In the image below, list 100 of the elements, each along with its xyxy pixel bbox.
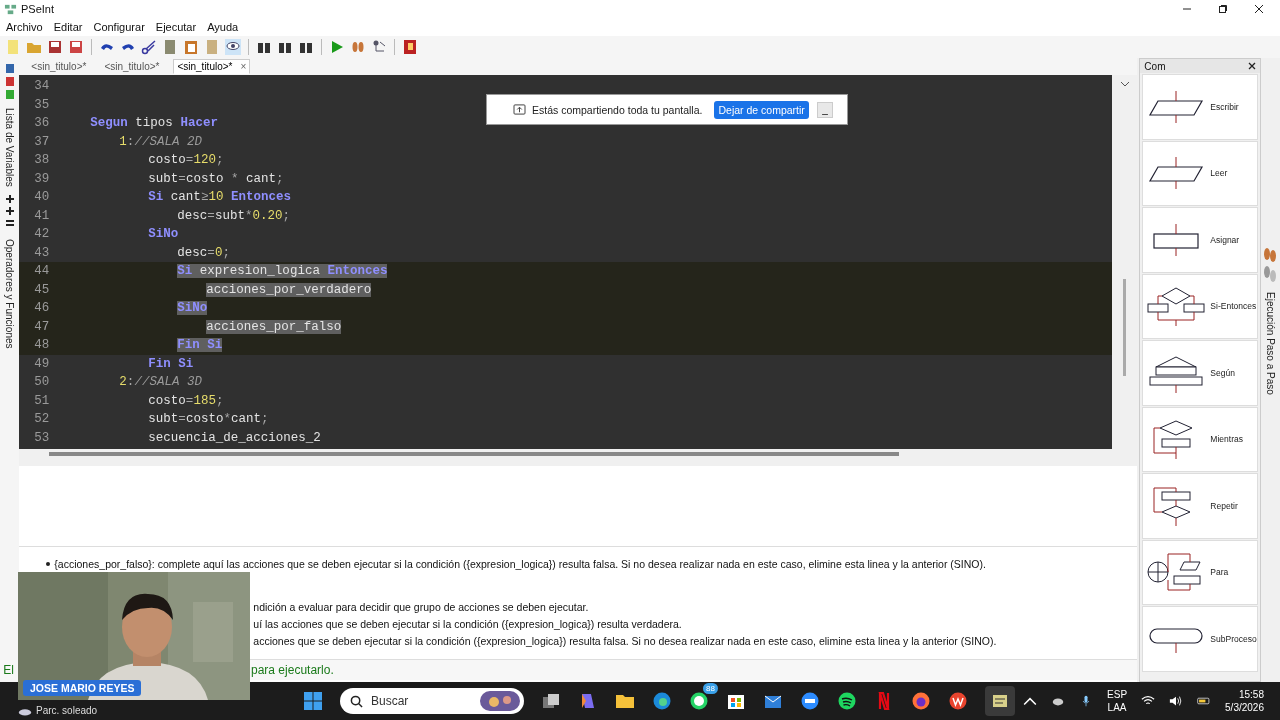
window-title: PSeInt	[21, 3, 55, 15]
search-field[interactable]: Buscar	[340, 688, 524, 714]
app-active-icon[interactable]	[985, 686, 1015, 716]
share-message: Estás compartiendo toda tu pantalla.	[532, 103, 703, 116]
fox-browser-icon[interactable]	[911, 691, 931, 711]
code-line: SiNo	[148, 227, 179, 242]
command-button[interactable]: Si-Entonces	[1142, 273, 1258, 339]
help-text: uí las acciones que se deben ejecutar si la condición ({expresion_logica}) resulta verdadera.	[253, 617, 682, 630]
code-line: secuencia_de_acciones_2	[148, 430, 321, 445]
volume-icon[interactable]	[1169, 695, 1184, 707]
notification-badge: 88	[703, 683, 718, 694]
code-line: Fin Si	[148, 356, 194, 371]
task-view-icon[interactable]	[541, 691, 561, 711]
command-button[interactable]: Escribir	[1142, 74, 1258, 140]
side-tab[interactable]: Lista de Variables	[4, 108, 16, 187]
close-icon[interactable]	[1247, 62, 1256, 70]
line-number: 39	[33, 171, 50, 186]
code-line: desc=subt*0.20;	[177, 208, 290, 223]
app-icon	[4, 2, 17, 16]
line-number: 51	[33, 393, 50, 408]
play-icon[interactable]	[329, 39, 345, 55]
language-text[interactable]: ESP	[1107, 688, 1128, 701]
line-number: 43	[33, 245, 50, 260]
close-tab-button[interactable]: ×	[240, 61, 247, 72]
code-line: costo=120;	[148, 153, 224, 168]
help-text: acciones que se deben ejecutar si la condición ({expresion_logica}) resulta falsa. Si no desea realizar nada en este caso, elimine esta linea y la anterior (SINO).	[253, 634, 997, 647]
line-number: 52	[33, 412, 50, 427]
line-number: 48	[33, 338, 50, 353]
line-number: 40	[33, 190, 50, 205]
command-button[interactable]: Asignar	[1142, 207, 1258, 273]
file-tab[interactable]: <sin_titulo>*	[27, 59, 91, 74]
chat-icon[interactable]	[689, 691, 709, 711]
horizontal-scrollbar[interactable]	[19, 449, 1113, 466]
clock-date[interactable]: 5/3/2026	[1225, 701, 1264, 714]
line-number: 47	[33, 319, 50, 334]
eye-icon[interactable]	[225, 39, 241, 55]
stop-sharing-button[interactable]: Dejar de compartir	[714, 100, 809, 119]
help-text: {acciones_por_falso}: complete aquí las acciones que se deben ejecutar si la condición ({expresion_logica}) resulta falsa. Si no desea realizar nada en este caso, elimine esta linea y la anterior (SINO).	[54, 557, 986, 570]
code-line: costo=185;	[148, 393, 224, 408]
code-line: Si cant≥10 Entonces	[148, 190, 291, 205]
line-number: 50	[33, 375, 50, 390]
code-line: 1://SALA 2D	[119, 134, 202, 149]
line-number: 44	[33, 264, 50, 279]
caret-icon[interactable]	[1023, 695, 1038, 707]
help-text: ndición a evaluar para decidir que grupo de acciones se deben ejecutar.	[253, 600, 589, 613]
line-number: 49	[33, 356, 50, 371]
menu-item[interactable]: Ejecutar	[155, 21, 197, 33]
windows-icon[interactable]	[303, 691, 323, 711]
language-text[interactable]: LAA	[1107, 701, 1127, 714]
menu-item[interactable]: Archivo	[6, 21, 43, 33]
minimize-button[interactable]: _	[817, 101, 833, 118]
save-icon[interactable]	[47, 39, 63, 55]
code-line: desc=0;	[177, 245, 230, 260]
search-icon	[350, 694, 363, 708]
battery-icon[interactable]	[1197, 695, 1212, 707]
command-button[interactable]: SubProceso	[1142, 606, 1258, 672]
file-tab[interactable]: <sin_titulo>*	[100, 59, 164, 74]
paste-icon[interactable]	[183, 39, 199, 55]
menu-item[interactable]: Configurar	[93, 21, 145, 33]
code-line: Segun tipos Hacer	[90, 116, 218, 131]
save-as-icon[interactable]	[68, 39, 84, 55]
status-text: para ejecutarlo.	[251, 663, 334, 677]
command-button[interactable]: Según	[1142, 340, 1258, 406]
clock-time[interactable]: 15:58	[1238, 688, 1264, 701]
panel-title: Com	[1144, 60, 1166, 72]
line-number: 34	[33, 79, 50, 94]
command-button[interactable]: Para	[1142, 539, 1258, 605]
weather-text[interactable]: Parc. soleado	[36, 705, 98, 716]
maximize-icon[interactable]	[1218, 4, 1228, 14]
line-number: 38	[33, 153, 50, 168]
line-number: 53	[33, 430, 50, 445]
code-line: subt=costo*cant;	[148, 412, 269, 427]
side-tab[interactable]: Operadores y Funciones	[4, 238, 16, 349]
command-button[interactable]: Mientras	[1142, 406, 1258, 472]
side-tab[interactable]: Ejecución Paso a Paso	[1264, 292, 1276, 395]
music-icon[interactable]	[837, 691, 857, 711]
close-icon[interactable]	[1254, 4, 1264, 14]
name-label: JOSE MARIO REYES	[23, 680, 142, 696]
office-icon[interactable]	[948, 691, 968, 711]
command-button[interactable]: Leer	[1142, 140, 1258, 206]
weather-icon[interactable]	[18, 707, 32, 716]
search-highlight-icon	[480, 691, 520, 711]
file-tab[interactable]: <sin_titulo>* ×	[173, 59, 251, 74]
code-line: subt=costo * cant;	[148, 171, 284, 186]
video-call-icon[interactable]	[800, 691, 820, 711]
share-screen-icon	[513, 104, 526, 115]
cloud-icon[interactable]	[1051, 695, 1066, 707]
variables-icon[interactable]	[3, 62, 16, 102]
vertical-scrollbar[interactable]	[1112, 75, 1138, 466]
line-number: 45	[33, 282, 50, 297]
command-button[interactable]: Repetir	[1142, 473, 1258, 539]
code-line: 2://SALA 3D	[119, 375, 202, 390]
line-number: 35	[33, 97, 50, 112]
menu-item[interactable]: Editar	[53, 21, 83, 33]
wifi-icon[interactable]	[1141, 695, 1156, 707]
menu-item[interactable]: Ayuda	[207, 21, 239, 33]
browser-icon[interactable]	[652, 691, 672, 711]
line-number: 46	[33, 301, 50, 316]
flowchart-icon[interactable]	[371, 39, 387, 55]
footprints-icon[interactable]	[350, 39, 366, 55]
